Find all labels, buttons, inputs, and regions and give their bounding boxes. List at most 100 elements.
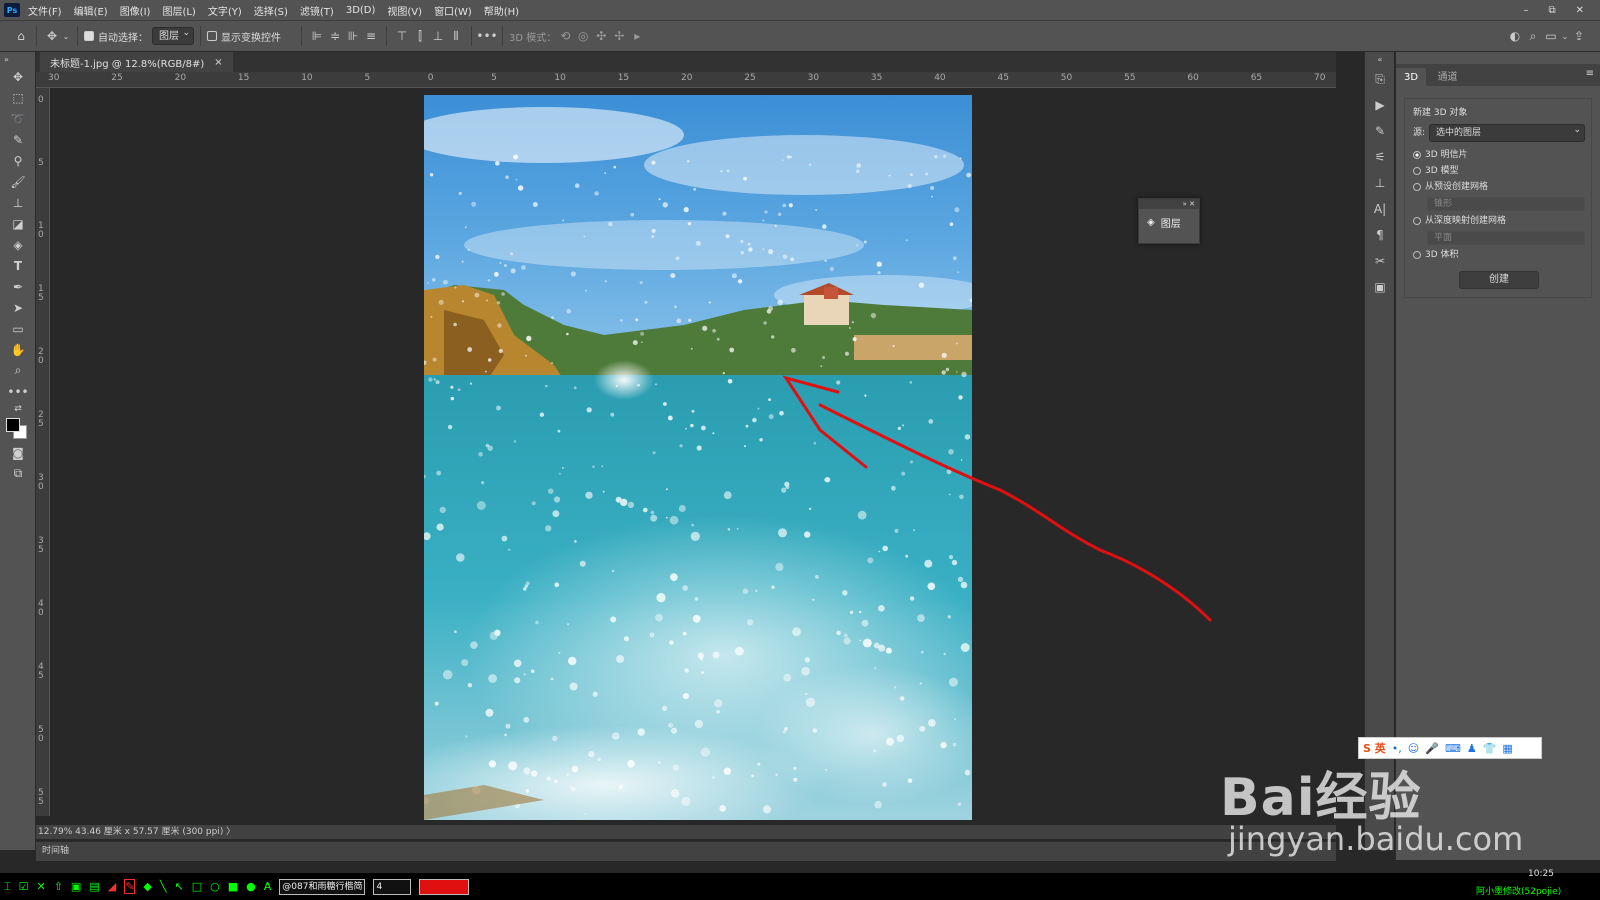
move-tool[interactable]: ✥ [0,66,36,87]
option-3d-model[interactable]: 3D 模型 [1413,163,1585,179]
menu-image[interactable]: 图像(I) [120,3,151,18]
rectangle-tool[interactable]: ▭ [0,318,36,339]
filled-rect-icon[interactable]: ■ [228,880,238,893]
align-right-icon[interactable]: ⊪ [344,27,362,45]
radio-icon[interactable] [1413,182,1421,191]
radio-icon[interactable] [1413,216,1421,225]
size-select[interactable]: 4 [373,878,412,895]
more-options-icon[interactable]: ••• [476,27,497,45]
menu-select[interactable]: 选择(S) [254,3,288,18]
punctuation-icon[interactable]: •, [1392,742,1402,755]
color-swatches[interactable] [0,416,35,442]
grid-icon[interactable]: ▦ [1502,742,1512,755]
eraser-tool[interactable]: ◪ [0,213,36,234]
close-button[interactable]: ✕ [1576,5,1584,16]
rect-icon[interactable]: □ [192,880,202,893]
skin-icon[interactable]: 👕 [1483,742,1497,755]
emoji-icon[interactable]: ☺ [1408,742,1419,755]
stamp-tool[interactable]: ⊥ [0,192,36,213]
eraser-icon[interactable]: ◢ [108,880,116,893]
chevron-down-icon[interactable]: ⌄ [1560,27,1570,45]
ellipse-icon[interactable]: ○ [210,880,220,893]
distribute-icon[interactable]: ≡ [362,27,380,45]
minimize-button[interactable]: – [1523,5,1528,16]
line-icon[interactable]: ╲ [160,880,167,893]
more-tools-icon[interactable]: ••• [0,381,36,402]
menu-edit[interactable]: 编辑(E) [74,3,108,18]
option-3d-postcard[interactable]: 3D 明信片 [1413,147,1585,163]
layers-float-panel[interactable]: » ✕ ◈ 图层 [1138,198,1200,244]
restore-button[interactable]: ⧉ [1548,5,1555,16]
fill-icon[interactable]: ◆ [143,880,151,893]
cursor-icon[interactable]: ⌶ [4,880,11,894]
collapse-icon[interactable]: » [0,52,36,66]
option-3d-volume[interactable]: 3D 体积 [1413,247,1585,263]
video-icon[interactable]: ▸ [628,27,646,45]
user-icon[interactable]: ◐ [1506,27,1524,45]
properties-icon[interactable]: ▣ [1365,274,1395,300]
panel-menu-icon[interactable]: ≡ [1580,64,1600,83]
search-icon[interactable]: ⌕ [1524,27,1542,45]
brush-tool[interactable]: 🖌 [0,171,36,192]
distribute-v-icon[interactable]: ⫴ [447,27,465,45]
swap-colors-icon[interactable]: ⇄ [0,402,36,416]
source-dropdown[interactable]: 选中的图层 [1429,123,1585,142]
roll-icon[interactable]: ◎ [574,27,592,45]
magic-wand-tool[interactable]: ✎ [0,129,36,150]
tab-3d[interactable]: 3D [1396,68,1427,87]
orbit-icon[interactable]: ⟲ [556,27,574,45]
menu-filter[interactable]: 滤镜(T) [300,3,334,18]
character-icon[interactable]: A| [1365,196,1395,222]
marquee-tool[interactable]: ⬚ [0,87,36,108]
show-transform-checkbox[interactable] [207,31,217,41]
save-icon[interactable]: ▣ [71,880,81,893]
folder-icon[interactable]: ▤ [89,880,99,893]
text-icon[interactable]: A [264,880,272,893]
adjustments-icon[interactable]: ⚟ [1365,144,1395,170]
text-tool[interactable]: T [0,255,36,276]
zoom-tool[interactable]: ⌕ [0,360,36,381]
menu-3d[interactable]: 3D(D) [346,5,376,16]
option-mesh-from-depth[interactable]: 从深度映射创建网格 [1413,213,1585,229]
pen-icon[interactable]: ✎ [124,879,136,894]
align-bottom-icon[interactable]: ⊥ [429,27,447,45]
float-panel-header[interactable]: » ✕ [1139,199,1199,209]
clone-source-icon[interactable]: ⊥ [1365,170,1395,196]
document-image[interactable] [424,95,972,820]
gradient-tool[interactable]: ◈ [0,234,36,255]
cross-icon[interactable]: ✕ [36,880,45,893]
user-icon[interactable]: ♟ [1467,742,1477,755]
workspace-icon[interactable]: ▭ [1542,27,1560,45]
arrow-icon[interactable]: ↖ [175,880,184,893]
eyedropper-tool[interactable]: ⚲ [0,150,36,171]
radio-icon[interactable] [1413,150,1421,159]
menu-view[interactable]: 视图(V) [387,3,422,18]
auto-select-checkbox[interactable] [84,31,94,41]
foreground-color[interactable] [6,418,20,432]
slide-icon[interactable]: ✢ [610,27,628,45]
hand-tool[interactable]: ✋ [0,339,36,360]
pen-tool[interactable]: ✒ [0,276,36,297]
move-tool-icon[interactable]: ✥ [43,27,61,45]
tab-channels[interactable]: 通道 [1430,64,1466,87]
radio-icon[interactable] [1413,166,1421,175]
collapse-icon[interactable]: « [1365,52,1395,66]
create-button[interactable]: 创建 [1459,271,1539,289]
timeline-panel-tab[interactable]: 时间轴 [36,841,1336,861]
menu-layer[interactable]: 图层(L) [162,3,195,18]
actions-icon[interactable]: ▶ [1365,92,1395,118]
font-select[interactable]: @087和雨糖行楷简 [279,878,366,895]
filled-ellipse-icon[interactable]: ● [246,880,256,893]
menu-type[interactable]: 文字(Y) [208,3,242,18]
brush-settings-icon[interactable]: ✎ [1365,118,1395,144]
menu-window[interactable]: 窗口(W) [434,3,472,18]
keyboard-icon[interactable]: ⌨ [1445,742,1461,755]
path-select-tool[interactable]: ➤ [0,297,36,318]
tools-icon[interactable]: ✂ [1365,248,1395,274]
share-icon[interactable]: ⇪ [1570,27,1588,45]
option-mesh-from-preset[interactable]: 从预设创建网格 [1413,179,1585,195]
upload-icon[interactable]: ⇧ [54,880,63,893]
pan-icon[interactable]: ✣ [592,27,610,45]
paragraph-icon[interactable]: ¶ [1365,222,1395,248]
align-top-icon[interactable]: ⊤ [393,27,411,45]
